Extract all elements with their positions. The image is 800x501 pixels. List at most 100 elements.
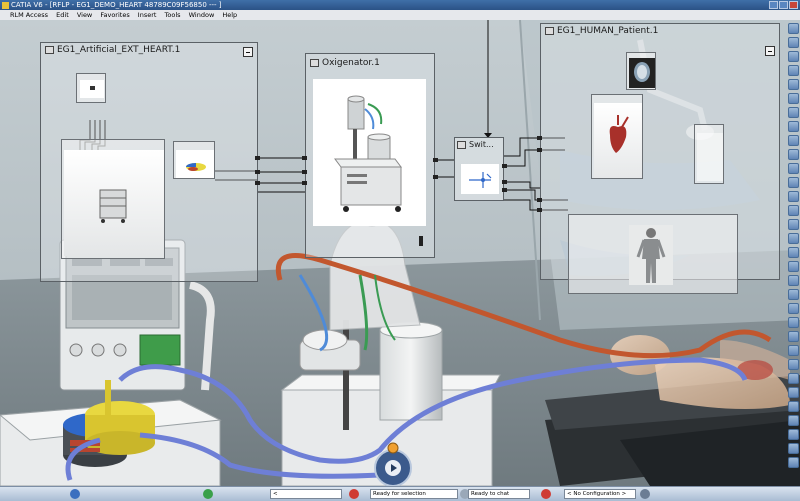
tool-button[interactable] xyxy=(788,261,799,272)
tool-button[interactable] xyxy=(788,303,799,314)
window-oxigenator[interactable]: Oxigenator.1 xyxy=(305,53,435,258)
status-ok-icon xyxy=(203,489,213,499)
settings-icon[interactable] xyxy=(640,489,650,499)
menu-rlm-access[interactable]: RLM Access xyxy=(0,10,51,20)
minimize-window-button[interactable] xyxy=(769,1,778,9)
maximize-window-button[interactable] xyxy=(779,1,788,9)
tool-button[interactable] xyxy=(788,401,799,412)
status-bar: < Ready for selection Ready to chat < No… xyxy=(0,486,800,501)
tool-button[interactable] xyxy=(788,135,799,146)
command-input[interactable]: < xyxy=(270,489,342,499)
tool-button[interactable] xyxy=(788,331,799,342)
tool-button[interactable] xyxy=(788,373,799,384)
tool-button[interactable] xyxy=(788,23,799,34)
tool-button[interactable] xyxy=(788,191,799,202)
port[interactable] xyxy=(502,188,507,192)
3d-viewport[interactable]: EG1_Artificial_EXT_HEART.1 Oxigenator.1 xyxy=(0,20,800,486)
catia-logo-icon xyxy=(2,1,9,9)
port[interactable] xyxy=(537,208,542,212)
port[interactable] xyxy=(255,181,260,185)
tool-button[interactable] xyxy=(788,149,799,160)
body-model-icon xyxy=(636,228,666,283)
pump-model-icon xyxy=(186,163,206,171)
minimize-icon[interactable] xyxy=(243,47,253,57)
component-icon xyxy=(310,58,319,67)
xray-block[interactable] xyxy=(626,52,656,90)
configuration-select[interactable]: < No Configuration > xyxy=(564,489,636,499)
menu-favorites[interactable]: Favorites xyxy=(97,10,132,20)
heart-organ-icon xyxy=(609,115,629,153)
port[interactable] xyxy=(537,136,542,140)
tool-button[interactable] xyxy=(788,387,799,398)
controller-device-icon xyxy=(90,86,95,90)
menu-insert[interactable]: Insert xyxy=(135,10,160,20)
title-bar: CATIA V6 - [RFLP - EG1_DEMO_HEART 48789C… xyxy=(0,0,800,10)
tool-button[interactable] xyxy=(788,289,799,300)
controller-block[interactable] xyxy=(76,73,106,103)
window-oxigenator-title: Oxigenator.1 xyxy=(322,58,380,68)
port[interactable] xyxy=(537,148,542,152)
tool-button[interactable] xyxy=(788,359,799,370)
body-block[interactable] xyxy=(568,214,738,294)
tool-button[interactable] xyxy=(788,79,799,90)
menu-window[interactable]: Window xyxy=(186,10,218,20)
port[interactable] xyxy=(302,181,307,185)
menu-edit[interactable]: Edit xyxy=(53,10,72,20)
compass-navigation-icon[interactable] xyxy=(370,440,416,486)
right-toolbar xyxy=(787,20,800,480)
tool-button[interactable] xyxy=(788,93,799,104)
pump-block[interactable] xyxy=(173,141,215,179)
tool-button[interactable] xyxy=(788,205,799,216)
tool-button[interactable] xyxy=(788,345,799,356)
circuit-board xyxy=(139,334,181,366)
tool-button[interactable] xyxy=(788,443,799,454)
port[interactable] xyxy=(302,156,307,160)
window-human-patient[interactable]: EG1_HUMAN_Patient.1 xyxy=(540,23,780,294)
tool-button[interactable] xyxy=(788,65,799,76)
stop-command-icon[interactable] xyxy=(349,489,359,499)
close-window-button[interactable] xyxy=(789,1,798,9)
tool-button[interactable] xyxy=(788,247,799,258)
tool-button[interactable] xyxy=(788,415,799,426)
component-icon xyxy=(457,140,466,149)
port[interactable] xyxy=(433,158,438,162)
tool-button[interactable] xyxy=(788,429,799,440)
tool-button[interactable] xyxy=(788,121,799,132)
tool-button[interactable] xyxy=(788,233,799,244)
cart-model-icon xyxy=(99,189,127,223)
cart-block[interactable] xyxy=(61,139,165,259)
component-icon xyxy=(45,45,54,54)
chat-status: Ready to chat xyxy=(468,489,530,499)
port[interactable] xyxy=(537,198,542,202)
tool-button[interactable] xyxy=(788,107,799,118)
port[interactable] xyxy=(302,170,307,174)
tool-button[interactable] xyxy=(788,317,799,328)
port[interactable] xyxy=(502,164,507,168)
port[interactable] xyxy=(255,170,260,174)
port[interactable] xyxy=(255,156,260,160)
port[interactable] xyxy=(433,175,438,179)
window-artificial-heart[interactable]: EG1_Artificial_EXT_HEART.1 xyxy=(40,42,258,282)
menu-view[interactable]: View xyxy=(74,10,95,20)
tool-button[interactable] xyxy=(788,177,799,188)
window-switch-title: Swit... xyxy=(469,140,494,149)
port[interactable] xyxy=(419,236,423,246)
tool-button[interactable] xyxy=(788,51,799,62)
window-title: CATIA V6 - [RFLP - EG1_DEMO_HEART 48789C… xyxy=(11,1,222,9)
minimize-icon[interactable] xyxy=(765,46,775,56)
port[interactable] xyxy=(502,180,507,184)
search-globe-icon[interactable] xyxy=(70,489,80,499)
tool-button[interactable] xyxy=(788,275,799,286)
heart-block[interactable] xyxy=(591,94,643,179)
tool-button[interactable] xyxy=(788,219,799,230)
menu-help[interactable]: Help xyxy=(219,10,240,20)
tool-button[interactable] xyxy=(788,163,799,174)
window-switch[interactable]: Swit... xyxy=(454,137,504,201)
configuration-icon[interactable] xyxy=(541,489,551,499)
oxigenator-preview xyxy=(313,79,426,226)
tool-button[interactable] xyxy=(788,37,799,48)
empty-block[interactable] xyxy=(694,124,724,184)
menu-tools[interactable]: Tools xyxy=(162,10,184,20)
tool-button[interactable] xyxy=(788,457,799,468)
component-icon xyxy=(545,26,554,35)
